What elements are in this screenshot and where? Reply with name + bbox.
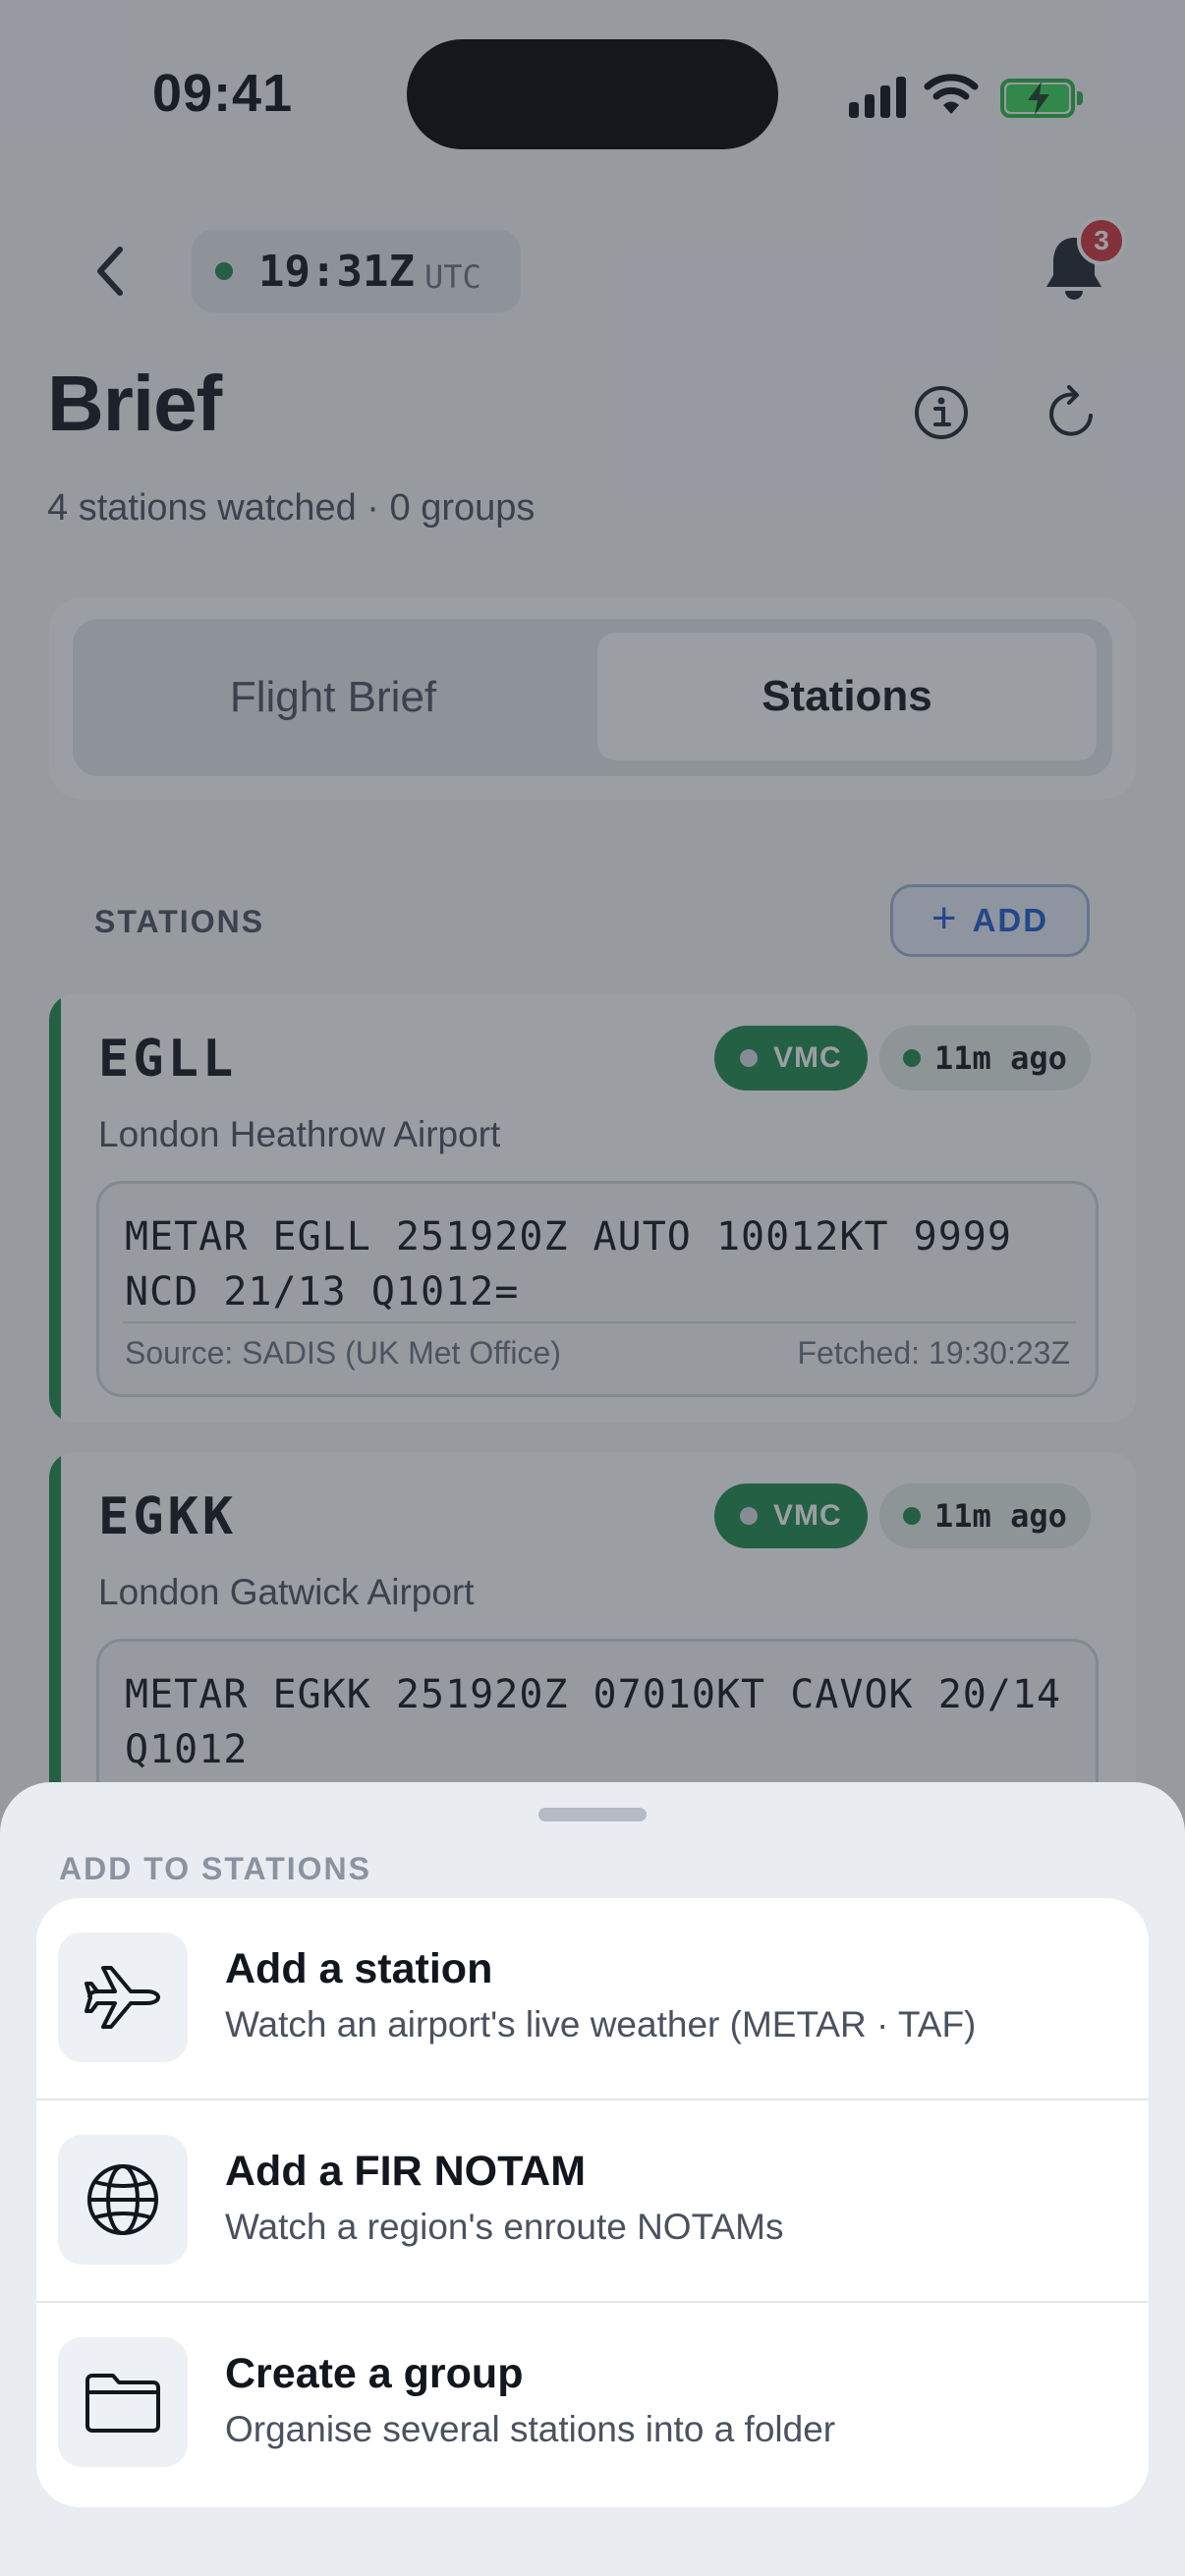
option-icon-tile xyxy=(58,2135,188,2265)
option-icon-tile xyxy=(58,2337,188,2467)
add-to-stations-sheet: ADD TO STATIONS Add a station Watch an a… xyxy=(0,1782,1185,2576)
airplane-icon xyxy=(85,1966,160,2029)
option-add-station[interactable]: Add a station Watch an airport's live we… xyxy=(36,1898,1149,2100)
globe-icon xyxy=(87,2164,158,2235)
option-description: Watch an airport's live weather (METAR ·… xyxy=(225,2004,977,2044)
option-add-fir-notam[interactable]: Add a FIR NOTAM Watch a region's enroute… xyxy=(36,2100,1149,2303)
sheet-heading: ADD TO STATIONS xyxy=(59,1851,371,1886)
folder-icon xyxy=(85,2374,160,2433)
option-title: Add a FIR NOTAM xyxy=(225,2148,587,2195)
option-title: Create a group xyxy=(225,2350,524,2397)
option-description: Organise several stations into a folder xyxy=(225,2409,836,2449)
option-title: Add a station xyxy=(225,1945,493,1992)
sheet-options: Add a station Watch an airport's live we… xyxy=(36,1898,1149,2507)
option-icon-tile xyxy=(58,1932,188,2062)
option-description: Watch a region's enroute NOTAMs xyxy=(225,2207,784,2247)
option-create-group[interactable]: Create a group Organise several stations… xyxy=(36,2303,1149,2505)
sheet-grabber[interactable] xyxy=(538,1808,647,1821)
